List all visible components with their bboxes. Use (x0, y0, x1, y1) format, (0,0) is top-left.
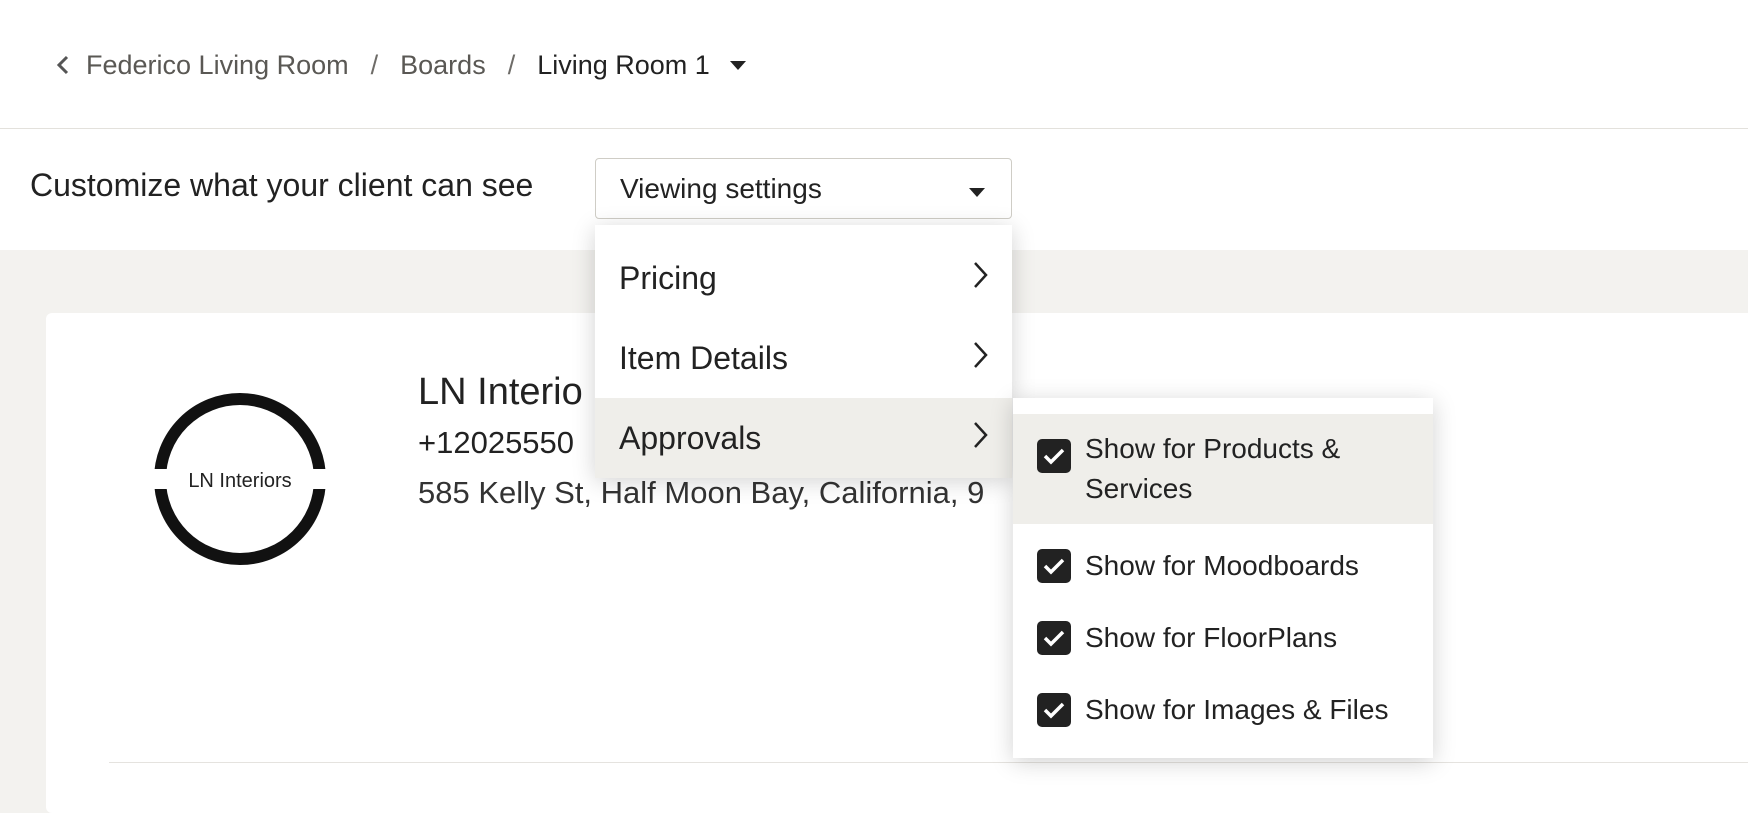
breadcrumb-separator: / (370, 49, 379, 80)
approval-option-images-files[interactable]: Show for Images & Files (1013, 685, 1433, 735)
menu-item-label: Approvals (619, 419, 762, 456)
checkbox-checked[interactable] (1037, 439, 1071, 473)
breadcrumb-current-board[interactable]: Living Room 1 (537, 50, 710, 81)
divider (109, 762, 1748, 763)
company-phone: +12025550 (418, 425, 575, 460)
checkbox-checked[interactable] (1037, 693, 1071, 727)
checkbox-checked[interactable] (1037, 621, 1071, 655)
approval-option-label: Show for Images & Files (1085, 694, 1389, 725)
menu-item-approvals[interactable]: Approvals (595, 398, 1012, 478)
top-bar: Federico Living Room / Boards / Living R… (0, 0, 1748, 129)
viewing-settings-menu: Pricing Item Details Approvals (595, 225, 1012, 478)
chevron-right-icon (972, 340, 988, 377)
company-address: 585 Kelly St, Half Moon Bay, California,… (418, 475, 985, 510)
svg-text:LN Interiors: LN Interiors (188, 470, 291, 492)
approval-option-floorplans[interactable]: Show for FloorPlans (1013, 613, 1433, 663)
menu-item-label: Item Details (619, 339, 788, 376)
checkbox-checked[interactable] (1037, 549, 1071, 583)
approval-option-label: Show for Products & Services (1085, 433, 1341, 504)
chevron-right-icon (972, 420, 988, 457)
menu-item-pricing[interactable]: Pricing (595, 238, 1012, 318)
caret-down-icon (967, 173, 987, 205)
breadcrumb-project-link[interactable]: Federico Living Room (86, 50, 349, 81)
approval-option-label: Show for FloorPlans (1085, 622, 1338, 653)
approval-option-moodboards[interactable]: Show for Moodboards (1013, 541, 1433, 591)
chevron-left-icon[interactable] (56, 55, 74, 75)
menu-item-item-details[interactable]: Item Details (595, 318, 1012, 398)
caret-down-icon[interactable] (728, 59, 748, 71)
breadcrumb-separator: / (507, 49, 516, 80)
breadcrumb: Federico Living Room / Boards / Living R… (56, 44, 748, 86)
approval-option-products-services[interactable]: Show for Products & Services (1013, 414, 1433, 524)
approvals-submenu: Show for Products & Services Show for Mo… (1013, 398, 1433, 758)
settings-label: Customize what your client can see (30, 167, 534, 203)
breadcrumb-boards-link[interactable]: Boards (400, 50, 486, 81)
menu-item-label: Pricing (619, 259, 717, 296)
company-logo: LN Interiors (153, 392, 327, 566)
approval-option-label: Show for Moodboards (1085, 550, 1359, 581)
company-name: LN Interio (418, 371, 583, 413)
viewing-settings-value: Viewing settings (620, 172, 822, 204)
viewing-settings-dropdown[interactable]: Viewing settings (595, 158, 1012, 219)
chevron-right-icon (972, 260, 988, 297)
